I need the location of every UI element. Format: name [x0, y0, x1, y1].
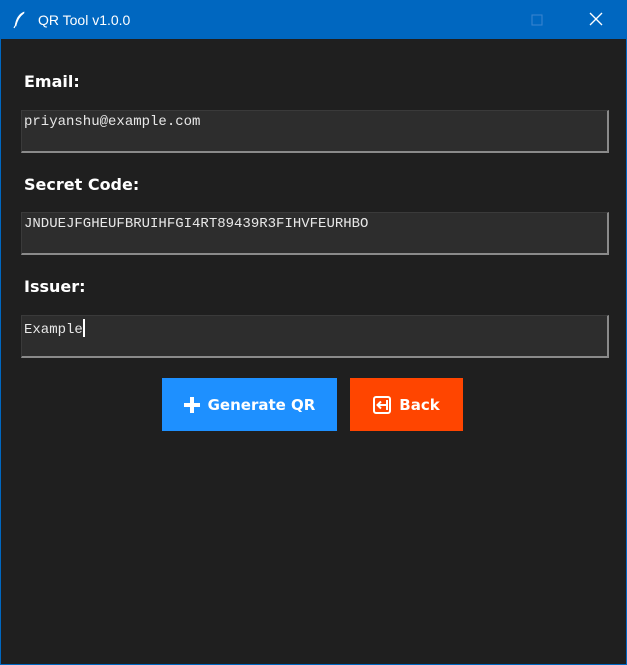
secret-code-value: JNDUEJFGHEUFBRUIHFGI4RT89439R3FIHVFEURHB…: [24, 216, 369, 232]
title-bar[interactable]: QR Tool v1.0.0: [1, 1, 626, 39]
secret-code-label: Secret Code:: [24, 175, 140, 194]
issuer-value: Example: [24, 322, 83, 338]
issuer-label: Issuer:: [24, 277, 86, 296]
back-arrow-icon: [373, 395, 392, 414]
form-panel: Email: priyanshu@example.com Secret Code…: [1, 39, 626, 664]
maximize-button[interactable]: [514, 1, 560, 39]
email-field[interactable]: priyanshu@example.com: [21, 110, 609, 153]
app-window: QR Tool v1.0.0 Email: priyanshu@example.…: [0, 0, 627, 665]
generate-qr-label: Generate QR: [207, 395, 316, 414]
issuer-input-wrap: Example: [24, 319, 85, 338]
issuer-field[interactable]: Example: [21, 315, 609, 358]
feather-icon: [12, 11, 28, 29]
email-value: priyanshu@example.com: [24, 114, 201, 130]
secret-code-field[interactable]: JNDUEJFGHEUFBRUIHFGI4RT89439R3FIHVFEURHB…: [21, 212, 609, 255]
close-icon: [589, 11, 603, 30]
back-button[interactable]: Back: [350, 378, 463, 431]
window-title: QR Tool v1.0.0: [38, 12, 131, 28]
email-label: Email:: [24, 72, 80, 91]
back-label: Back: [399, 395, 440, 414]
text-caret: [82, 319, 85, 337]
generate-qr-button[interactable]: Generate QR: [162, 378, 337, 431]
minimize-button[interactable]: [444, 1, 490, 39]
minimize-icon: [461, 11, 473, 30]
plus-icon: [183, 396, 200, 413]
maximize-icon: [531, 11, 543, 30]
close-button[interactable]: [573, 1, 619, 39]
